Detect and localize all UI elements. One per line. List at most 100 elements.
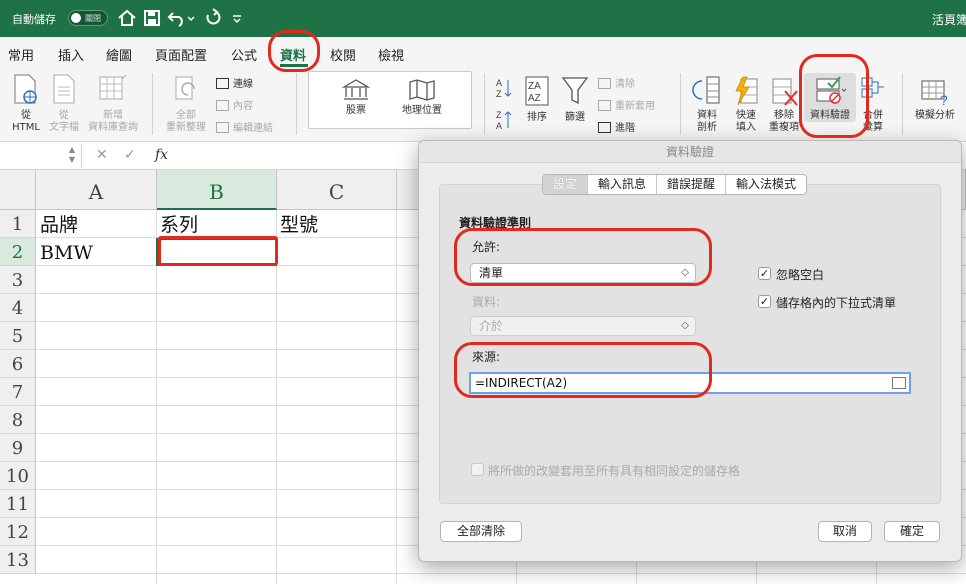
svg-text:?: ? (940, 92, 948, 107)
column-header-c[interactable]: C (277, 170, 397, 210)
new-database-query-button[interactable]: 新增 資料庫查詢 (84, 73, 142, 134)
clear-all-button[interactable]: 全部清除 (440, 521, 522, 542)
clear-filter-button[interactable]: 清除 (598, 75, 635, 90)
row-header-10[interactable]: 10 (0, 462, 36, 490)
what-if-analysis-button[interactable]: ? 模擬分析 (910, 75, 960, 122)
sort-za-icon: ZA (496, 110, 512, 131)
row-header-12[interactable]: 12 (0, 518, 36, 546)
cell-b1[interactable]: 系列 (160, 211, 198, 239)
dialog-tabs: 設定 輸入訊息 錯誤提醒 輸入法模式 (542, 174, 808, 195)
svg-text:Z: Z (496, 110, 502, 120)
stocks-button[interactable]: 股票 (331, 78, 381, 117)
in-cell-dropdown-checkbox[interactable]: ✓ (758, 295, 771, 308)
tab-home[interactable]: 常用 (8, 45, 34, 64)
data-operator-value: 介於 (479, 319, 504, 333)
row-header-4[interactable]: 4 (0, 294, 36, 322)
select-chevron-icon: ◇ (681, 320, 689, 331)
reapply-filter-button[interactable]: 重新套用 (598, 97, 655, 112)
redo-icon[interactable] (202, 7, 224, 29)
tab-data[interactable]: 資料 (280, 45, 306, 64)
sort-descending-button[interactable]: ZA (494, 109, 514, 134)
range-select-icon[interactable] (892, 377, 906, 389)
allow-select[interactable]: 清單 ◇ (470, 263, 696, 283)
save-icon[interactable] (141, 7, 163, 29)
svg-text:AZ: AZ (528, 93, 541, 104)
filter-label: 篩選 (565, 112, 585, 123)
tab-view[interactable]: 檢視 (378, 45, 404, 64)
from-html-button[interactable]: 從 HTML (6, 73, 46, 134)
ribbon-separator (152, 73, 153, 135)
ribbon: 從 HTML 從 文字檔 新增 資料庫查詢 全部 重新整理 連線 內容 編輯連結… (0, 67, 966, 142)
reapply-icon (598, 100, 611, 111)
select-all-corner[interactable] (0, 170, 36, 210)
row-header-2[interactable]: 2 (0, 238, 36, 266)
row-header-7[interactable]: 7 (0, 378, 36, 406)
dialog-settings-panel: 資料驗證準則 允許: 清單 ◇ ✓ 忽略空白 ✓ 儲存格內的下拉式清單 資料: … (439, 184, 941, 504)
row-header-9[interactable]: 9 (0, 434, 36, 462)
dialog-tab-ime-mode[interactable]: 輸入法模式 (726, 175, 806, 194)
row-header-1[interactable]: 1 (0, 210, 36, 238)
autosave-toggle[interactable]: 關閉 (68, 10, 108, 26)
text-to-columns-button[interactable]: 資料 剖析 (688, 75, 726, 134)
undo-dropdown-icon[interactable] (186, 7, 196, 29)
dialog-tab-error-alert[interactable]: 錯誤提醒 (657, 175, 727, 194)
flash-fill-button[interactable]: 快速 填入 (728, 75, 764, 134)
home-icon[interactable] (116, 7, 138, 29)
cancel-button[interactable]: 取消 (818, 521, 872, 542)
tab-draw[interactable]: 繪圖 (106, 45, 132, 64)
row-header-5[interactable]: 5 (0, 322, 36, 350)
tab-review[interactable]: 校閱 (330, 45, 356, 64)
refresh-all-button[interactable]: 全部 重新整理 (162, 73, 210, 134)
geography-label: 地理位置 (402, 105, 442, 116)
dialog-tab-settings[interactable]: 設定 (543, 175, 589, 194)
row-header-3[interactable]: 3 (0, 266, 36, 294)
tab-insert[interactable]: 插入 (58, 45, 84, 64)
row-header-11[interactable]: 11 (0, 490, 36, 518)
properties-label: 內容 (233, 101, 253, 112)
consolidate-label: 合併 彙算 (863, 110, 883, 133)
ok-button[interactable]: 確定 (884, 521, 940, 542)
map-icon (409, 79, 435, 101)
edit-links-label: 編輯連結 (233, 123, 273, 134)
sort-ascending-button[interactable]: AZ (494, 77, 514, 102)
insert-function-icon[interactable]: fx (155, 147, 168, 163)
source-label: 來源: (472, 350, 501, 364)
data-operator-select[interactable]: 介於 ◇ (470, 316, 696, 336)
customize-toolbar-icon[interactable] (230, 7, 244, 29)
undo-icon[interactable] (166, 7, 188, 29)
advanced-filter-button[interactable]: 進階 (598, 119, 635, 134)
column-header-b[interactable]: B (157, 170, 277, 210)
cell-c1[interactable]: 型號 (280, 211, 318, 239)
connections-button[interactable]: 連線 (216, 75, 253, 90)
data-validation-button[interactable]: 資料驗證 (804, 73, 856, 122)
geography-button[interactable]: 地理位置 (397, 78, 447, 117)
bank-icon (341, 79, 371, 100)
cell-a1[interactable]: 品牌 (40, 211, 78, 239)
flash-fill-label: 快速 填入 (736, 110, 756, 133)
column-header-a[interactable]: A (36, 170, 157, 210)
enter-formula-icon[interactable]: ✓ (124, 147, 136, 163)
active-cell-b2[interactable] (156, 238, 277, 266)
row-header-8[interactable]: 8 (0, 406, 36, 434)
ribbon-separator (680, 73, 681, 135)
remove-duplicates-button[interactable]: 移除 重複項 (766, 75, 802, 134)
ignore-blank-checkbox[interactable]: ✓ (758, 267, 771, 280)
row-header-6[interactable]: 6 (0, 350, 36, 378)
edit-links-button[interactable]: 編輯連結 (216, 119, 273, 134)
html-file-icon (14, 74, 37, 104)
cell-a2[interactable]: BMW (40, 239, 93, 267)
from-text-button[interactable]: 從 文字檔 (44, 73, 84, 134)
sort-button[interactable]: ZA AZ 排序 (520, 75, 554, 124)
filter-button[interactable]: 篩選 (558, 75, 592, 124)
cancel-formula-icon[interactable]: ✕ (96, 147, 108, 163)
consolidate-button[interactable]: 合併 彙算 (856, 75, 890, 134)
tab-page-layout[interactable]: 頁面配置 (155, 45, 207, 64)
row-header-13[interactable]: 13 (0, 546, 36, 574)
name-box-arrows-icon[interactable]: ▲ ▼ (69, 145, 75, 165)
dialog-tab-input-message[interactable]: 輸入訊息 (588, 175, 658, 194)
tab-formulas[interactable]: 公式 (231, 45, 257, 64)
properties-button[interactable]: 內容 (216, 97, 253, 112)
name-box[interactable]: ▲ ▼ (0, 144, 82, 168)
source-input[interactable]: =INDIRECT(A2) (469, 372, 911, 394)
apply-all-checkbox[interactable] (471, 463, 484, 476)
